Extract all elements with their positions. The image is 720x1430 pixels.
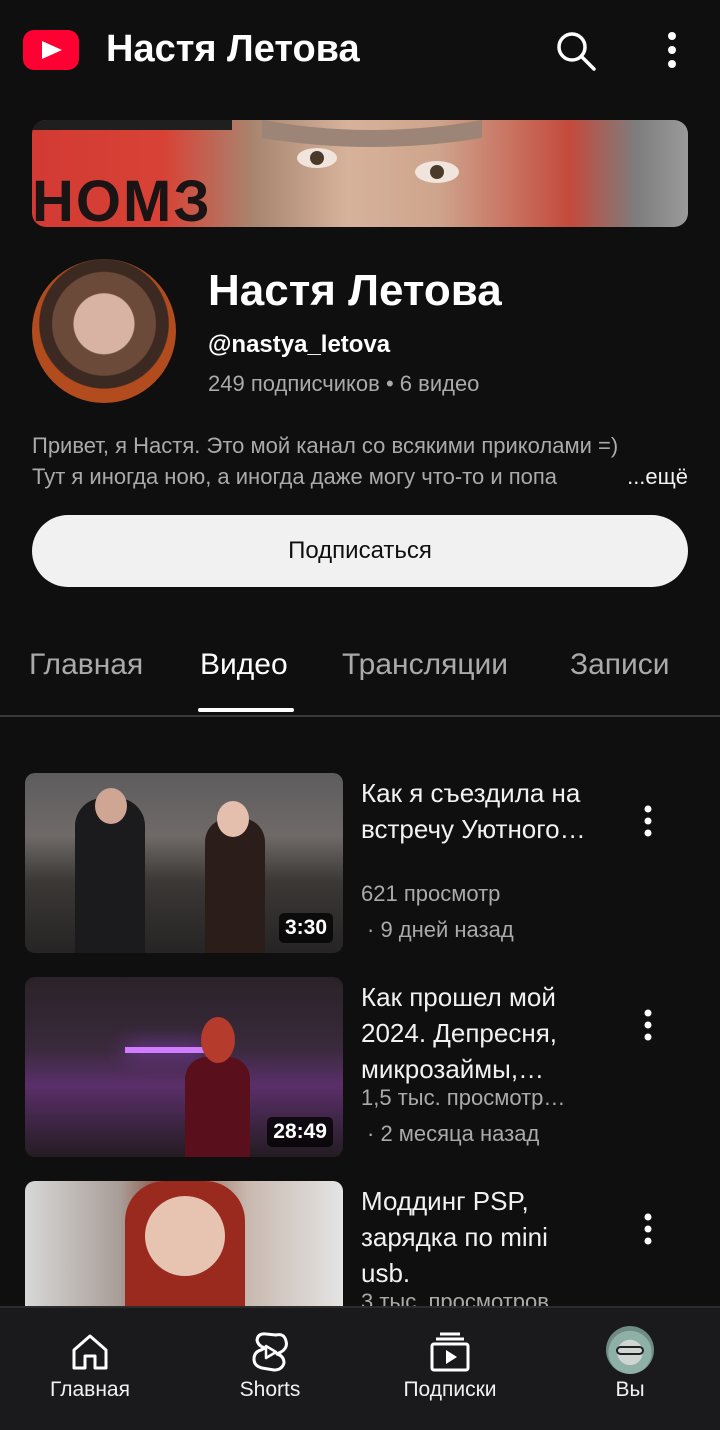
youtube-logo-icon[interactable] (23, 30, 79, 70)
channel-handle: @nastya_letova (208, 331, 391, 358)
subscribe-button[interactable]: Подписаться (32, 515, 688, 587)
video-duration: 3:30 (278, 913, 333, 943)
video-date: · 9 дней назад (367, 917, 514, 942)
video-views: 3 тыс. просмотров (361, 1289, 549, 1306)
video-views: 621 просмотр (361, 881, 501, 906)
video-count: 6 видео (399, 371, 480, 396)
channel-banner: НОМЗ (32, 120, 688, 227)
video-date: · 2 месяца назад (367, 1121, 540, 1146)
video-thumbnail[interactable] (25, 1181, 343, 1306)
show-more-link[interactable]: ...ещё (577, 461, 688, 492)
video-title[interactable]: Как я съездила на встречу Уютного… (361, 775, 601, 847)
channel-name: Настя Летова (208, 266, 502, 315)
active-tab-indicator (198, 708, 294, 712)
search-icon[interactable] (555, 30, 597, 72)
nav-item-subscriptions[interactable]: Подписки (370, 1308, 530, 1418)
more-vertical-icon[interactable] (632, 1211, 664, 1251)
subscriber-count: 249 подписчиков (208, 371, 380, 396)
banner-face-illustration (262, 120, 482, 183)
nav-item-you[interactable]: Вы (550, 1308, 710, 1418)
video-title[interactable]: Моддинг PSP, зарядка по mini usb. (361, 1183, 601, 1291)
more-vertical-icon[interactable] (632, 803, 664, 843)
shorts-icon (252, 1332, 288, 1372)
nav-item-home[interactable]: Главная (10, 1308, 170, 1418)
bottom-navigation: Главная Shorts Подписки Вы (0, 1306, 720, 1430)
more-vertical-icon[interactable] (652, 30, 692, 72)
channel-tabs: Главная Видео Трансляции Записи (0, 640, 720, 716)
nav-label: Подписки (403, 1378, 497, 1401)
page-title: Настя Летова (106, 28, 360, 70)
video-item[interactable]: 28:49 Как прошел мой 2024. Депресня, мик… (0, 977, 720, 1159)
subscriptions-icon (430, 1332, 470, 1372)
video-item[interactable]: 3:30 Как я съездила на встречу Уютного… … (0, 773, 720, 955)
tab-live[interactable]: Трансляции (342, 648, 508, 682)
channel-description[interactable]: Привет, я Настя. Это мой канал со всяким… (32, 430, 688, 492)
nav-item-shorts[interactable]: Shorts (190, 1308, 350, 1418)
divider (0, 715, 720, 717)
stats-separator: • (385, 371, 394, 396)
nav-label: Главная (50, 1378, 130, 1401)
video-views: 1,5 тыс. просмотр… (361, 1085, 566, 1110)
channel-avatar[interactable] (32, 259, 176, 403)
description-line: Привет, я Настя. Это мой канал со всяким… (32, 433, 619, 458)
nav-label: Shorts (239, 1378, 301, 1401)
video-duration: 28:49 (267, 1117, 333, 1147)
tab-home[interactable]: Главная (29, 648, 143, 682)
avatar (606, 1326, 654, 1374)
channel-stats: 249 подписчиков • 6 видео (208, 371, 479, 397)
home-icon (72, 1334, 108, 1370)
video-item[interactable]: Моддинг PSP, зарядка по mini usb. 3 тыс.… (0, 1181, 720, 1306)
nav-label: Вы (615, 1378, 645, 1401)
description-line: Тут я иногда ною, а иногда даже могу что… (32, 464, 558, 489)
tab-posts[interactable]: Записи (570, 648, 670, 682)
banner-text: НОМЗ (32, 169, 212, 227)
video-title[interactable]: Как прошел мой 2024. Депресня, микрозайм… (361, 979, 601, 1087)
video-thumbnail[interactable]: 28:49 (25, 977, 343, 1157)
video-thumbnail[interactable]: 3:30 (25, 773, 343, 953)
top-app-bar: Настя Летова (0, 0, 720, 100)
more-vertical-icon[interactable] (632, 1007, 664, 1047)
tab-videos[interactable]: Видео (200, 648, 288, 682)
